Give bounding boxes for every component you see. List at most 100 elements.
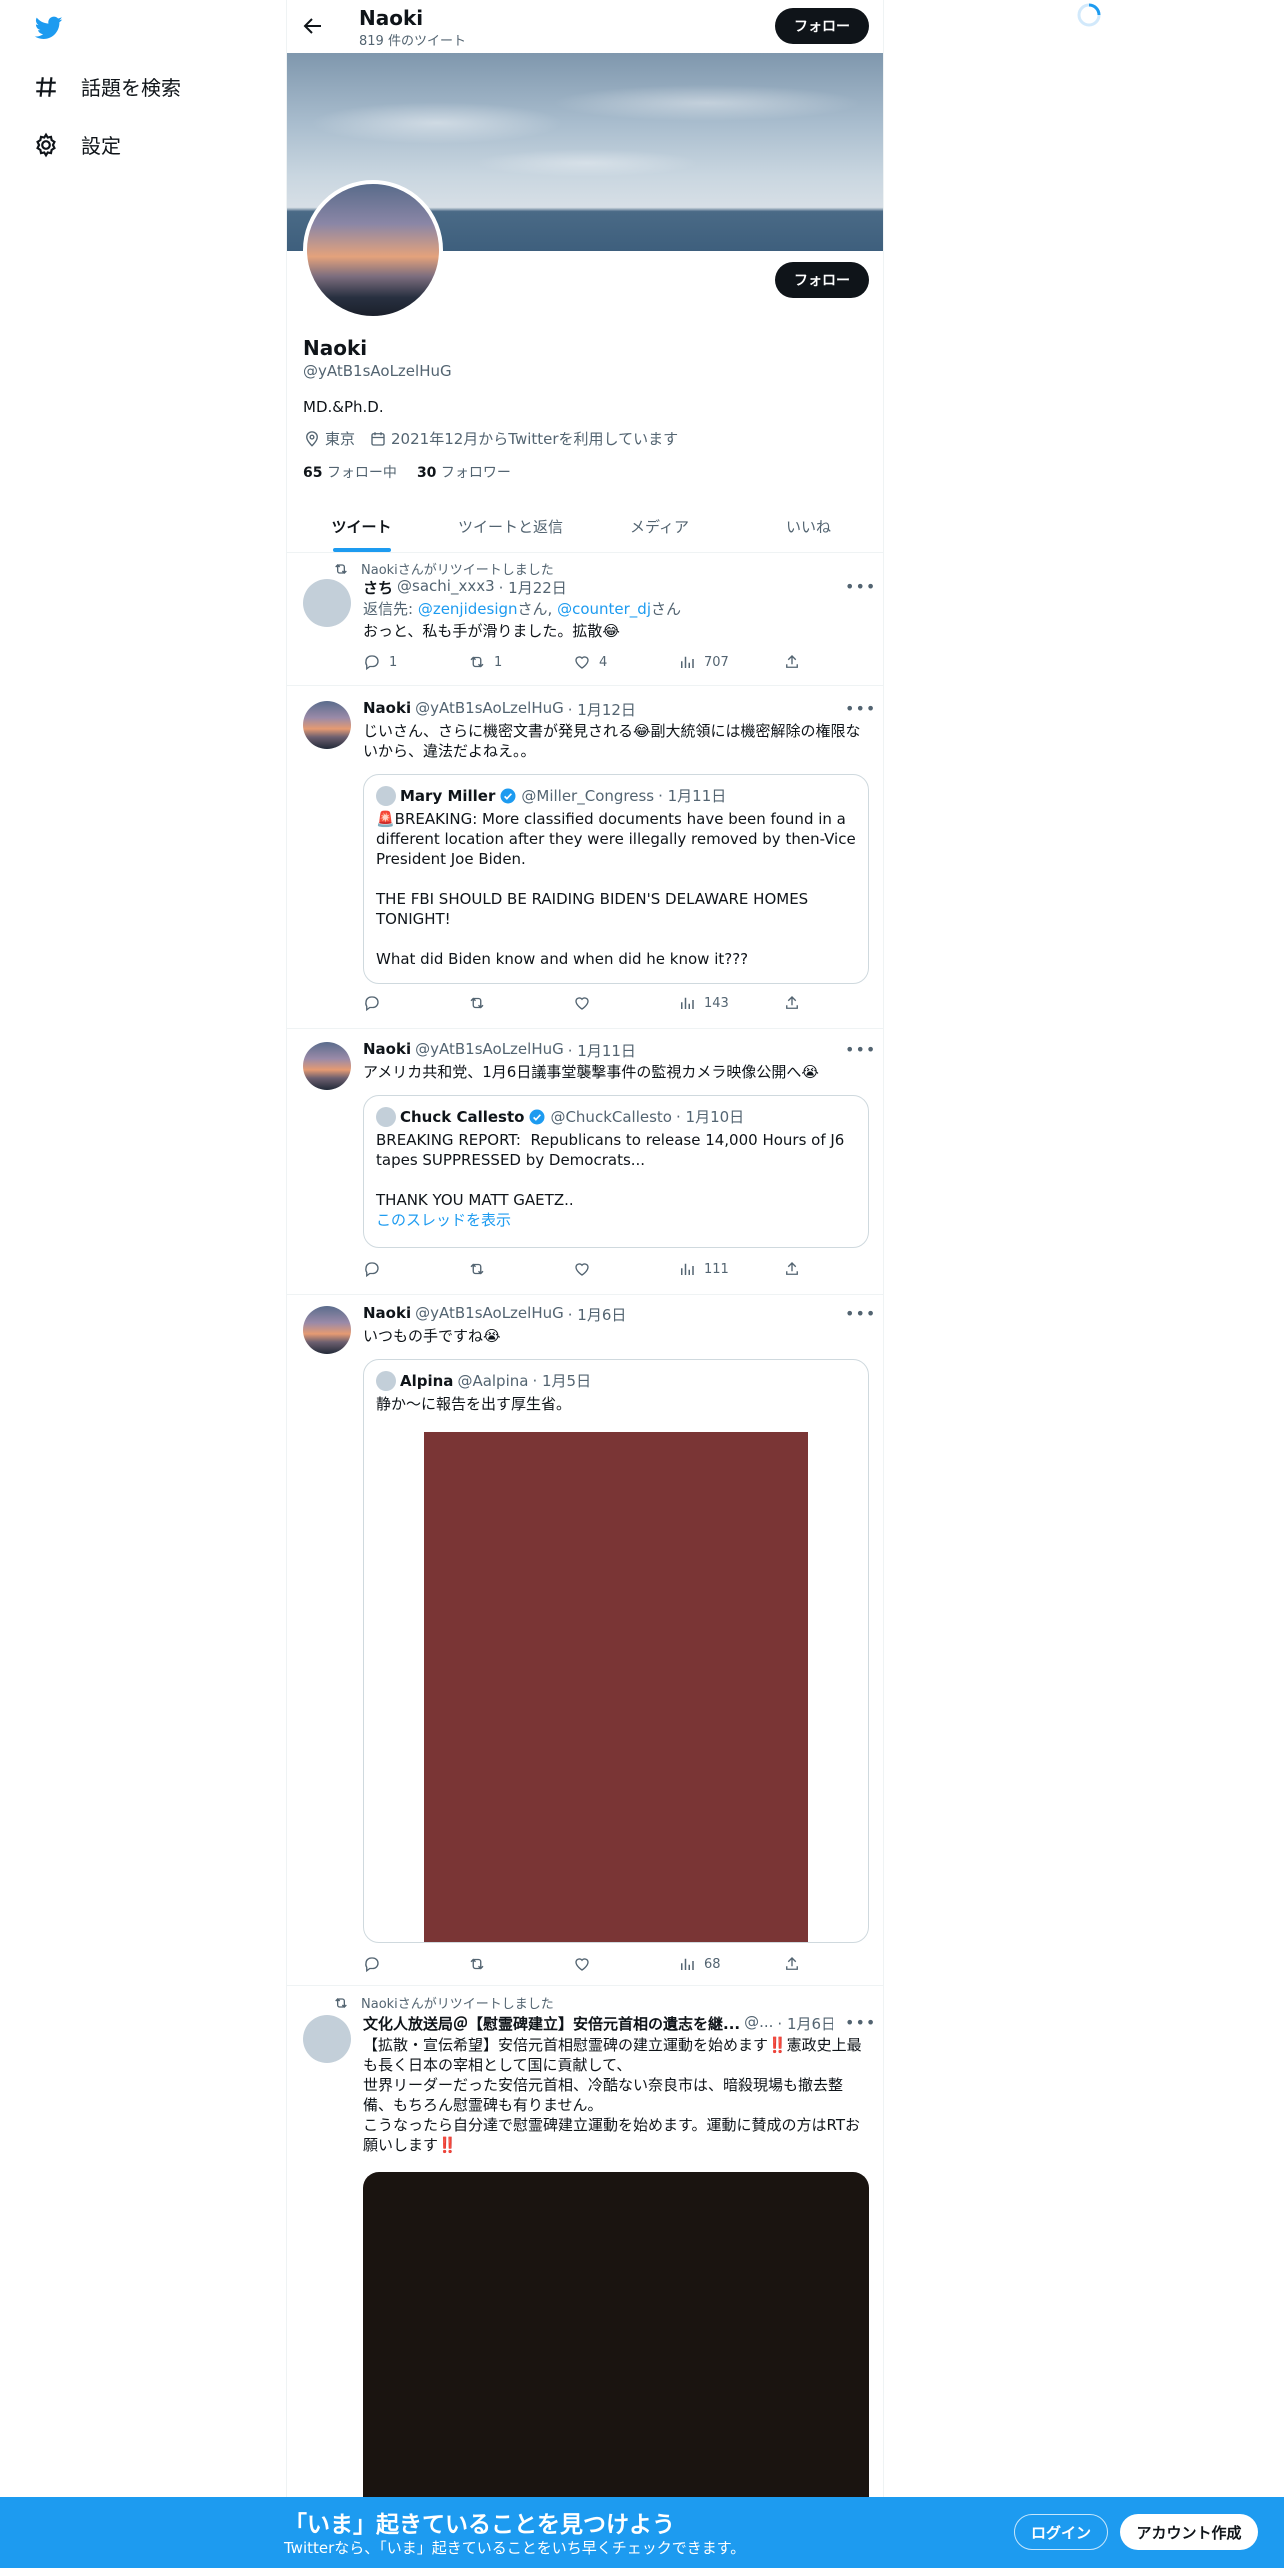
retweet-button[interactable] (468, 1260, 548, 1278)
profile-bio: MD.&Ph.D. (303, 398, 384, 416)
like-button[interactable] (573, 1260, 653, 1278)
tweet-date[interactable]: · 1月6日 (568, 1304, 627, 1325)
quoted-text: 🚨BREAKING: More classified documents hav… (376, 810, 856, 968)
tweet-header: さち @sachi_xxx3 · 1月22日 (363, 577, 567, 598)
tweet-author-handle[interactable]: @... (744, 2013, 773, 2034)
quoted-tweet[interactable]: Mary Miller @Miller_Congress · 1月11日 🚨BR… (363, 774, 869, 984)
reply-button[interactable] (363, 1955, 443, 1973)
tweet-author-handle[interactable]: @yAtB1sAoLzelHuG (415, 1040, 564, 1061)
tweet-author-name[interactable]: 文化人放送局＠【慰霊碑建立】安倍元首相の遺志を継... (363, 2013, 740, 2034)
tweet-avatar[interactable] (303, 2015, 351, 2063)
main-column: Naoki 819 件のツイート フォロー フォロー Naoki @yAtB1s… (286, 0, 884, 2568)
tweet-text: 【拡散・宣伝希望】安倍元首相慰霊碑の建立運動を始めます‼️憲政史上最も長く日本の… (363, 2036, 862, 2154)
tweet-author-handle[interactable]: @yAtB1sAoLzelHuG (415, 699, 564, 720)
quoted-date: · 1月10日 (675, 1108, 745, 1126)
retweet-icon (470, 1263, 484, 1275)
reply-button[interactable]: 1 (363, 653, 443, 671)
reply-mention[interactable]: @counter_dj (557, 600, 651, 618)
quoted-tweet[interactable]: Alpina @Aalpina · 1月5日 静か～に報告を出す厚生省。 (363, 1359, 869, 1943)
views-button[interactable]: 68 (678, 1955, 758, 1973)
tweet-author-name[interactable]: Naoki (363, 1304, 411, 1325)
tweet-date[interactable]: · 1月6日 (777, 2013, 833, 2034)
tab-tweets-and-replies[interactable]: ツイートと返信 (436, 500, 585, 552)
like-button[interactable] (573, 994, 653, 1012)
share-button[interactable] (783, 994, 803, 1012)
nav-explore[interactable]: 話題を検索 (33, 72, 181, 101)
show-thread-link[interactable]: このスレッドを表示 (376, 1210, 856, 1230)
tweet-text: じいさん、さらに機密文書が発見される😂副大統領には機密解除の権限ないから、違法だ… (363, 722, 861, 760)
tab-tweets[interactable]: ツイート (287, 500, 436, 552)
back-arrow-icon[interactable] (301, 14, 325, 38)
like-button[interactable] (573, 1955, 653, 1973)
tweet-avatar[interactable] (303, 1306, 351, 1354)
tweet[interactable]: Naoki @yAtB1sAoLzelHuG · 1月12日 ••• じいさん、… (287, 687, 883, 1029)
quoted-text: 静か～に報告を出す厚生省。 (376, 1395, 572, 1413)
reply-mention[interactable]: @zenjidesign (418, 600, 518, 618)
reply-button[interactable] (363, 994, 443, 1012)
more-options-icon[interactable]: ••• (845, 577, 875, 597)
quoted-media-image[interactable] (424, 1432, 808, 1942)
tweet-author-handle[interactable]: @sachi_xxx3 (397, 577, 495, 598)
tweet[interactable]: Naoki @yAtB1sAoLzelHuG · 1月11日 ••• アメリカ共… (287, 1030, 883, 1295)
profile-joined: 2021年12月からTwitterを利用しています (369, 428, 678, 449)
tweet-author-name[interactable]: さち (363, 577, 393, 598)
tweet[interactable]: Naoki @yAtB1sAoLzelHuG · 1月6日 ••• いつもの手で… (287, 1296, 883, 1986)
profile-meta: 東京 2021年12月からTwitterを利用しています (303, 428, 678, 449)
tweet-date[interactable]: · 1月12日 (568, 699, 636, 720)
more-options-icon[interactable]: ••• (845, 1040, 875, 1060)
heart-icon (575, 1263, 589, 1276)
quoted-tweet[interactable]: Chuck Callesto @ChuckCallesto · 1月10日 BR… (363, 1095, 869, 1248)
following-link[interactable]: 65 フォロー中 (303, 462, 397, 482)
tab-media[interactable]: メディア (585, 500, 734, 552)
more-options-icon[interactable]: ••• (845, 2013, 875, 2033)
reply-icon (365, 1957, 379, 1973)
tweet[interactable]: Naokiさんがリツイートしました さち @sachi_xxx3 · 1月22日… (287, 553, 883, 686)
share-button[interactable] (783, 1260, 803, 1278)
retweet-icon (335, 563, 347, 574)
tweet-avatar[interactable] (303, 579, 351, 627)
views-button[interactable]: 707 (678, 653, 758, 671)
profile-avatar[interactable] (303, 180, 443, 320)
more-options-icon[interactable]: ••• (845, 699, 875, 719)
tweet-author-name[interactable]: Naoki (363, 699, 411, 720)
tweet-avatar[interactable] (303, 701, 351, 749)
retweet-button[interactable] (468, 994, 548, 1012)
share-button[interactable] (783, 1955, 803, 1973)
profile-follow-button[interactable]: フォロー (775, 262, 869, 298)
header-name: Naoki (359, 6, 424, 30)
views-button[interactable]: 143 (678, 994, 758, 1012)
reply-button[interactable] (363, 1260, 443, 1278)
tab-likes[interactable]: いいね (734, 500, 883, 552)
quoted-author-name: Mary Miller (400, 786, 496, 805)
reply-icon (365, 655, 379, 671)
tweet-header: Naoki @yAtB1sAoLzelHuG · 1月6日 (363, 1304, 626, 1325)
tweet-avatar[interactable] (303, 1042, 351, 1090)
views-button[interactable]: 111 (678, 1260, 758, 1278)
share-button[interactable] (783, 653, 803, 671)
quoted-date: · 1月11日 (658, 787, 727, 805)
create-account-button[interactable]: アカウント作成 (1120, 2514, 1258, 2550)
tweet-text: いつもの手ですね😭 (363, 1327, 501, 1345)
tweet-author-name[interactable]: Naoki (363, 1040, 411, 1061)
share-icon (786, 996, 798, 1009)
login-button[interactable]: ログイン (1014, 2514, 1108, 2550)
retweet-button[interactable] (468, 1955, 548, 1973)
more-options-icon[interactable]: ••• (845, 1304, 875, 1324)
tweet-header: Naoki @yAtB1sAoLzelHuG · 1月12日 (363, 699, 636, 720)
header-follow-button[interactable]: フォロー (775, 8, 869, 44)
tweet-date[interactable]: · 1月22日 (499, 577, 567, 598)
quoted-author-handle: @Aalpina (457, 1371, 529, 1390)
tweet-actions: 68 (363, 1955, 803, 1973)
nav-settings[interactable]: 設定 (33, 130, 121, 159)
share-icon (786, 1262, 798, 1275)
followers-link[interactable]: 30 フォロワー (417, 462, 511, 482)
quoted-avatar (376, 1106, 396, 1127)
share-icon (786, 655, 798, 668)
twitter-bird-icon[interactable] (33, 14, 65, 42)
retweet-button[interactable]: 1 (468, 653, 548, 671)
tweet-author-handle[interactable]: @yAtB1sAoLzelHuG (415, 1304, 564, 1325)
tweet-actions: 1 1 4 707 (363, 653, 803, 671)
tweet[interactable]: Naokiさんがリツイートしました 文化人放送局＠【慰霊碑建立】安倍元首相の遺志… (287, 1987, 883, 2568)
tweet-date[interactable]: · 1月11日 (568, 1040, 636, 1061)
like-button[interactable]: 4 (573, 653, 653, 671)
